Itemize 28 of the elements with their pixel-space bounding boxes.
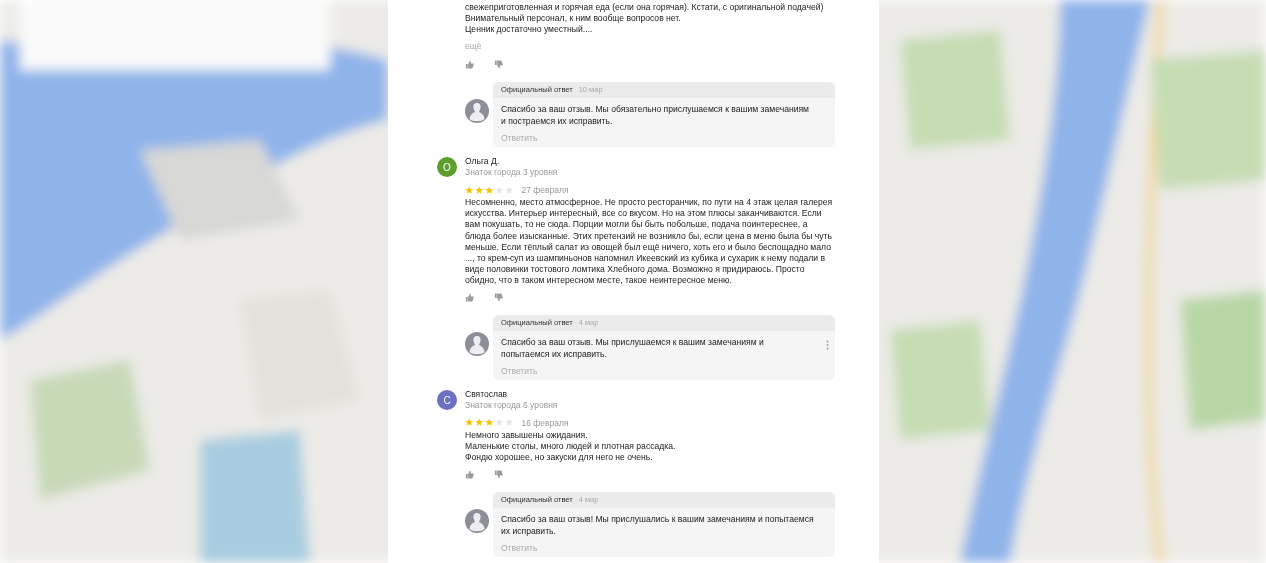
review-date: 27 февраля	[521, 184, 569, 195]
review-text: свежеприготовленная и горячая еда (если она горячая). Кстати, с оригинальной подачей) Внимательный персонал, к ним вообще вопросов нет. Ценник достаточно уместный....	[465, 2, 825, 36]
author-name[interactable]: Святослав	[465, 389, 558, 401]
author-level: Знаток города 3 уровня	[465, 167, 558, 179]
answer-link[interactable]: Ответить	[501, 132, 538, 145]
author-name[interactable]: Ольга Д.	[465, 156, 558, 168]
thumbs-up-icon[interactable]	[465, 293, 474, 303]
author-level: Знаток города 6 уровня	[465, 400, 558, 412]
review-text: Несомненно, место атмосферное. Не просто ресторанчик, по пути на 4 этаж целая галерея искусства. Интерьер интересный, все со вкусом. Но на этом плюсы заканчиваются. Если вам покушать, то не сюда. Порции могли бы быть побольше, подача поинтереснее, а блюда более изысканные. Этих претензий не возникло бы, если цена в меню была бы чуть меньше. Если тёплый салат из овощей был ещё ничего, хоть его и было беспощадно мало ..., то крем-суп из шампиньонов напомнил Икеевский из кубика и сухарик к нему подали в виде половинки тостового ломтика Хлебного дома. Возможно я придираюсь. Просто обидно, что в таком интересном месте, такое неинтересное меню.	[465, 197, 834, 287]
thumbs-down-icon[interactable]	[494, 293, 503, 303]
owner-avatar-icon	[465, 509, 489, 534]
answer-link[interactable]: Ответить	[501, 365, 538, 378]
review-date: 16 февраля	[521, 417, 569, 428]
thumbs-up-icon[interactable]	[465, 470, 474, 480]
owner-avatar-icon	[465, 99, 489, 124]
more-menu-icon[interactable]	[826, 340, 829, 351]
more-link[interactable]: ещё	[465, 41, 482, 53]
reply-text: Спасибо за ваш отзыв. Мы прислушаемся к вашим замечаниям и попытаемся их исправить.	[501, 336, 765, 361]
user-avatar: О	[437, 157, 457, 178]
thumbs-down-icon[interactable]	[494, 470, 503, 480]
owner-avatar-icon	[465, 332, 489, 357]
review-text: Немного завышены ожидания. Маленькие столы, много людей и плотная рассадка. Фондю хорошее, но закуски для него не очень.	[465, 430, 677, 464]
reply-text: Спасибо за ваш отзыв. Мы обязательно прислушаемся к вашим замечаниям и постраемся их исправить.	[501, 103, 811, 128]
thumbs-down-icon[interactable]	[494, 60, 503, 70]
reply-text: Спасибо за ваш отзыв! Мы прислушались к вашим замечаниям и попытаемся их исправить.	[501, 513, 815, 538]
answer-link[interactable]: Ответить	[501, 542, 538, 555]
thumbs-up-icon[interactable]	[465, 60, 474, 70]
user-avatar: С	[437, 390, 457, 411]
